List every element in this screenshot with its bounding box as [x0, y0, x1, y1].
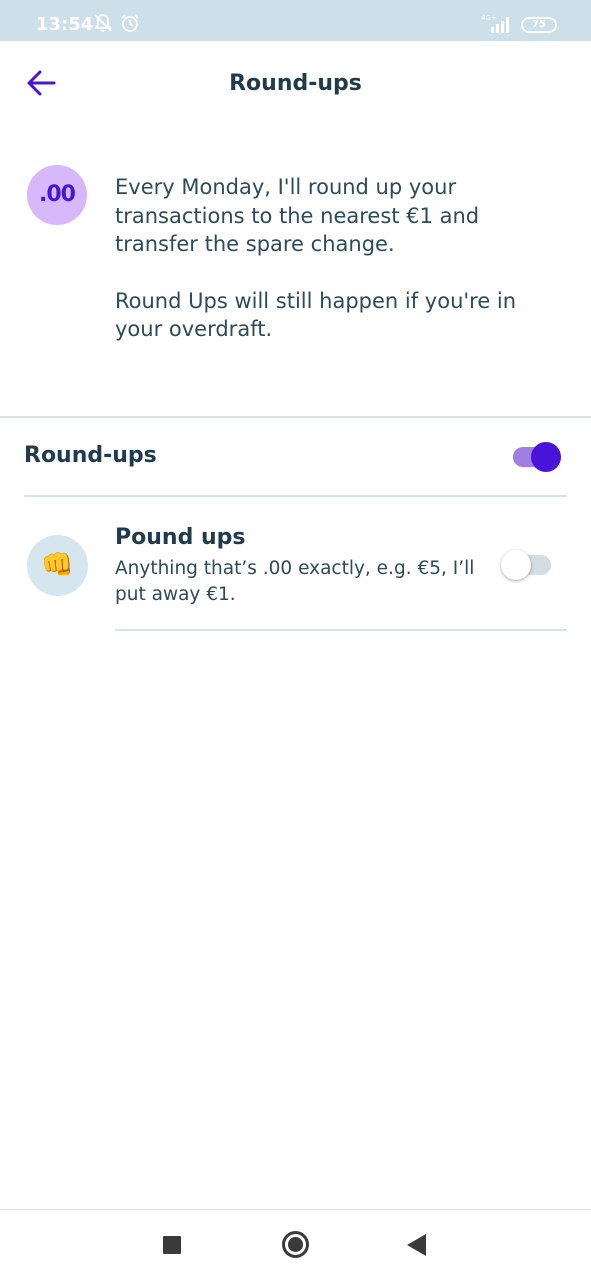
intro-paragraph-2: Round Ups will still happen if you're in… [115, 288, 517, 342]
intro-paragraph-1: Every Monday, I'll round up your transac… [115, 175, 480, 256]
system-nav-bar [0, 1209, 591, 1280]
pound-ups-description: Anything that’s .00 exactly, e.g. €5, I’… [115, 558, 475, 605]
setting-divider [24, 495, 567, 497]
back-triangle-icon[interactable] [407, 1234, 426, 1256]
option-divider [115, 629, 567, 631]
home-icon[interactable] [282, 1231, 309, 1258]
roundups-toggle[interactable] [513, 442, 563, 472]
intro-description: Every Monday, I'll round up your transac… [115, 173, 565, 344]
alarm-icon [121, 14, 139, 32]
signal-icon [491, 17, 509, 33]
roundups-toggle-thumb [531, 442, 561, 472]
pound-ups-toggle[interactable] [501, 550, 551, 580]
home-icon-inner [288, 1237, 303, 1252]
round-up-badge: .00 [27, 165, 87, 225]
recent-apps-icon[interactable] [163, 1236, 181, 1254]
page-title: Round-ups [229, 71, 362, 96]
fist-icon: 👊 [27, 535, 88, 596]
roundups-setting-label: Round-ups [24, 443, 157, 468]
pound-ups-toggle-thumb [501, 550, 531, 580]
pound-ups-title: Pound ups [115, 525, 246, 550]
status-bar: 13:54 4G+ 75 [0, 0, 591, 41]
battery-icon: 75 [521, 17, 557, 33]
section-divider [0, 416, 591, 418]
mute-icon [94, 14, 112, 32]
app-bar: Round-ups [0, 41, 591, 127]
status-time: 13:54 [36, 14, 94, 35]
